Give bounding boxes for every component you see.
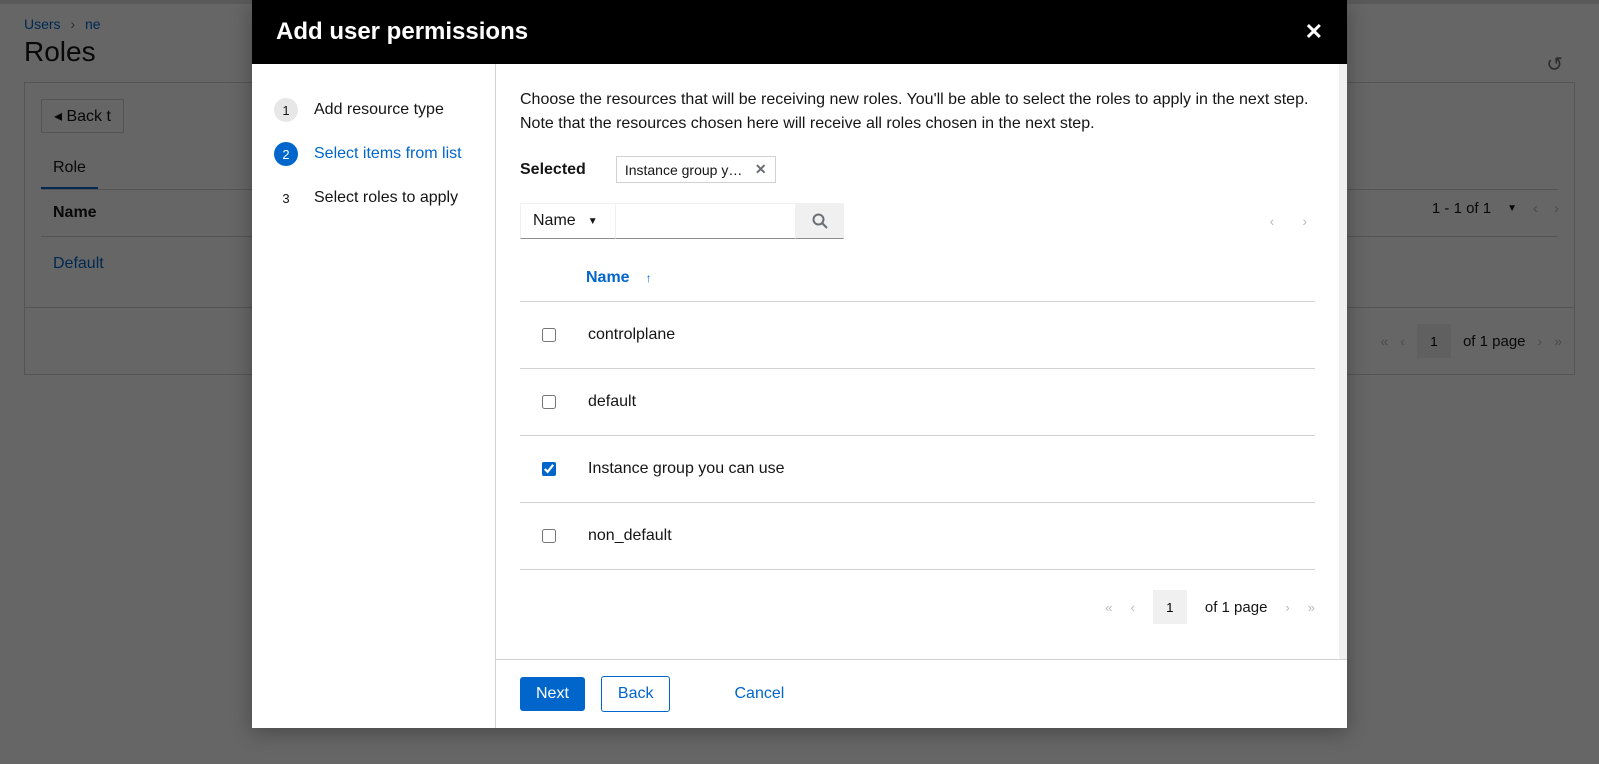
item-checkbox[interactable] [542, 328, 556, 342]
prev-page-icon[interactable]: ‹ [1131, 600, 1135, 615]
next-page-icon[interactable]: › [1285, 600, 1289, 615]
search-field-dropdown[interactable]: Name ▼ [520, 203, 616, 239]
wizard-step-number: 2 [274, 142, 298, 166]
search-group: Name ▼ [520, 203, 844, 239]
wizard-step-label: Select roles to apply [314, 189, 458, 207]
item-checkbox[interactable] [542, 462, 556, 476]
item-checkbox[interactable] [542, 395, 556, 409]
wizard-step-1[interactable]: 1 Add resource type [252, 88, 495, 132]
modal-header: Add user permissions ✕ [252, 0, 1347, 64]
modal-overlay: Add user permissions ✕ 1 Add resource ty… [0, 0, 1599, 764]
modal-footer: Next Back Cancel [496, 659, 1347, 728]
item-name: Instance group you can use [588, 460, 785, 478]
caret-down-icon: ▼ [588, 216, 598, 227]
chip-text: Instance group you ca... [625, 162, 745, 178]
close-icon[interactable]: ✕ [1305, 19, 1323, 45]
column-name: Name [586, 269, 630, 287]
wizard-content: Choose the resources that will be receiv… [496, 64, 1347, 659]
wizard-step-number: 1 [274, 98, 298, 122]
last-page-icon[interactable]: » [1308, 600, 1315, 615]
compact-pager: ‹ › [1270, 213, 1315, 229]
of-page-label: of 1 page [1205, 599, 1268, 616]
wizard-step-label: Add resource type [314, 101, 444, 119]
wizard-step-number: 3 [274, 186, 298, 210]
item-checkbox[interactable] [542, 529, 556, 543]
wizard-step-3[interactable]: 3 Select roles to apply [252, 176, 495, 220]
list-item[interactable]: controlplane [520, 302, 1315, 369]
search-button[interactable] [796, 203, 844, 239]
selected-row: Selected Instance group you ca... ✕ [520, 156, 1315, 183]
list-footer-pagination: « ‹ of 1 page › » [520, 570, 1315, 632]
add-permissions-modal: Add user permissions ✕ 1 Add resource ty… [252, 0, 1347, 728]
wizard-nav: 1 Add resource type 2 Select items from … [252, 64, 496, 659]
prev-page-icon[interactable]: ‹ [1270, 213, 1275, 229]
back-button[interactable]: Back [601, 676, 671, 712]
selected-chip: Instance group you ca... ✕ [616, 156, 776, 183]
list-item[interactable]: Instance group you can use [520, 436, 1315, 503]
next-page-icon[interactable]: › [1302, 213, 1307, 229]
item-name: default [588, 393, 636, 411]
selected-label: Selected [520, 161, 586, 179]
wizard-step-2[interactable]: 2 Select items from list [252, 132, 495, 176]
chip-remove-icon[interactable]: ✕ [755, 161, 767, 178]
list-item[interactable]: non_default [520, 503, 1315, 570]
list-header[interactable]: Name ↑ [520, 255, 1315, 302]
page-number-input[interactable] [1153, 590, 1187, 624]
sort-asc-icon: ↑ [646, 271, 652, 285]
next-button[interactable]: Next [520, 677, 585, 711]
help-text: Choose the resources that will be receiv… [520, 88, 1315, 136]
item-name: controlplane [588, 326, 675, 344]
first-page-icon[interactable]: « [1105, 600, 1112, 615]
search-icon [812, 213, 828, 229]
wizard-step-label: Select items from list [314, 145, 462, 163]
cancel-button[interactable]: Cancel [718, 677, 800, 711]
item-name: non_default [588, 527, 672, 545]
modal-title: Add user permissions [276, 18, 528, 46]
list-item[interactable]: default [520, 369, 1315, 436]
search-field-label: Name [533, 212, 576, 230]
search-input[interactable] [616, 203, 796, 239]
search-row: Name ▼ ‹ › [520, 203, 1315, 239]
